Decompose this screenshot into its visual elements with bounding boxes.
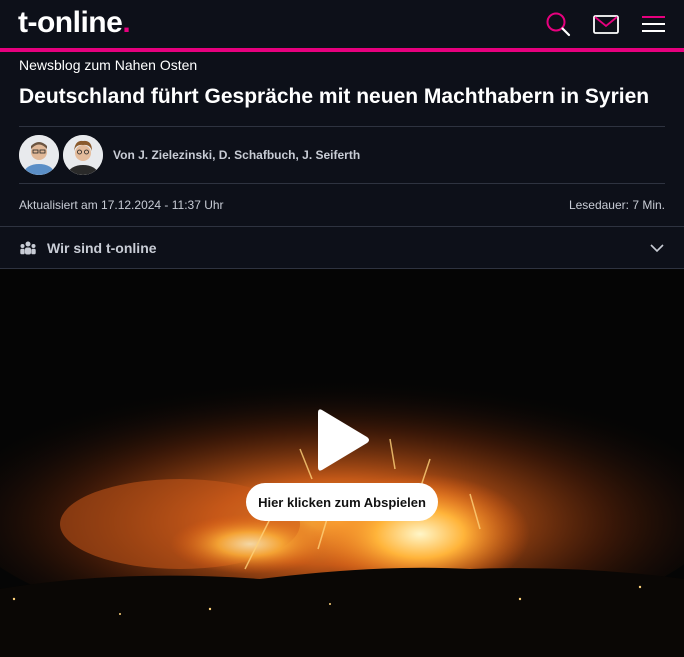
accordion-label: Wir sind t-online xyxy=(47,239,157,256)
about-accordion[interactable]: Wir sind t-online xyxy=(0,226,684,269)
video-player[interactable]: Hier klicken zum Abspielen xyxy=(0,269,684,657)
article-kicker[interactable]: Newsblog zum Nahen Osten xyxy=(19,57,665,75)
mail-icon[interactable] xyxy=(591,9,621,39)
article-meta: Aktualisiert am 17.12.2024 - 11:37 Uhr L… xyxy=(19,184,665,226)
t-online-logo[interactable]: t-online. xyxy=(18,6,131,40)
chevron-down-icon[interactable] xyxy=(649,240,665,256)
reading-time: Lesedauer: 7 Min. xyxy=(568,198,665,212)
updated-timestamp: Aktualisiert am 17.12.2024 - 11:37 Uhr xyxy=(19,198,224,212)
avatar[interactable] xyxy=(63,135,103,175)
avatar[interactable] xyxy=(19,135,59,175)
author-byline[interactable]: Von J. Zielezinski, D. Schafbuch, J. Sei… xyxy=(113,148,360,162)
play-icon[interactable] xyxy=(316,407,370,473)
article-header: Newsblog zum Nahen Osten Deutschland füh… xyxy=(0,57,684,226)
author-row: Von J. Zielezinski, D. Schafbuch, J. Sei… xyxy=(19,127,665,183)
article-title: Deutschland führt Gespräche mit neuen Ma… xyxy=(19,85,650,108)
people-icon xyxy=(20,241,36,254)
search-icon[interactable] xyxy=(543,9,573,39)
menu-icon[interactable] xyxy=(639,9,669,39)
play-video-button[interactable]: Hier klicken zum Abspielen xyxy=(246,483,438,521)
site-header: t-online. xyxy=(0,0,684,52)
